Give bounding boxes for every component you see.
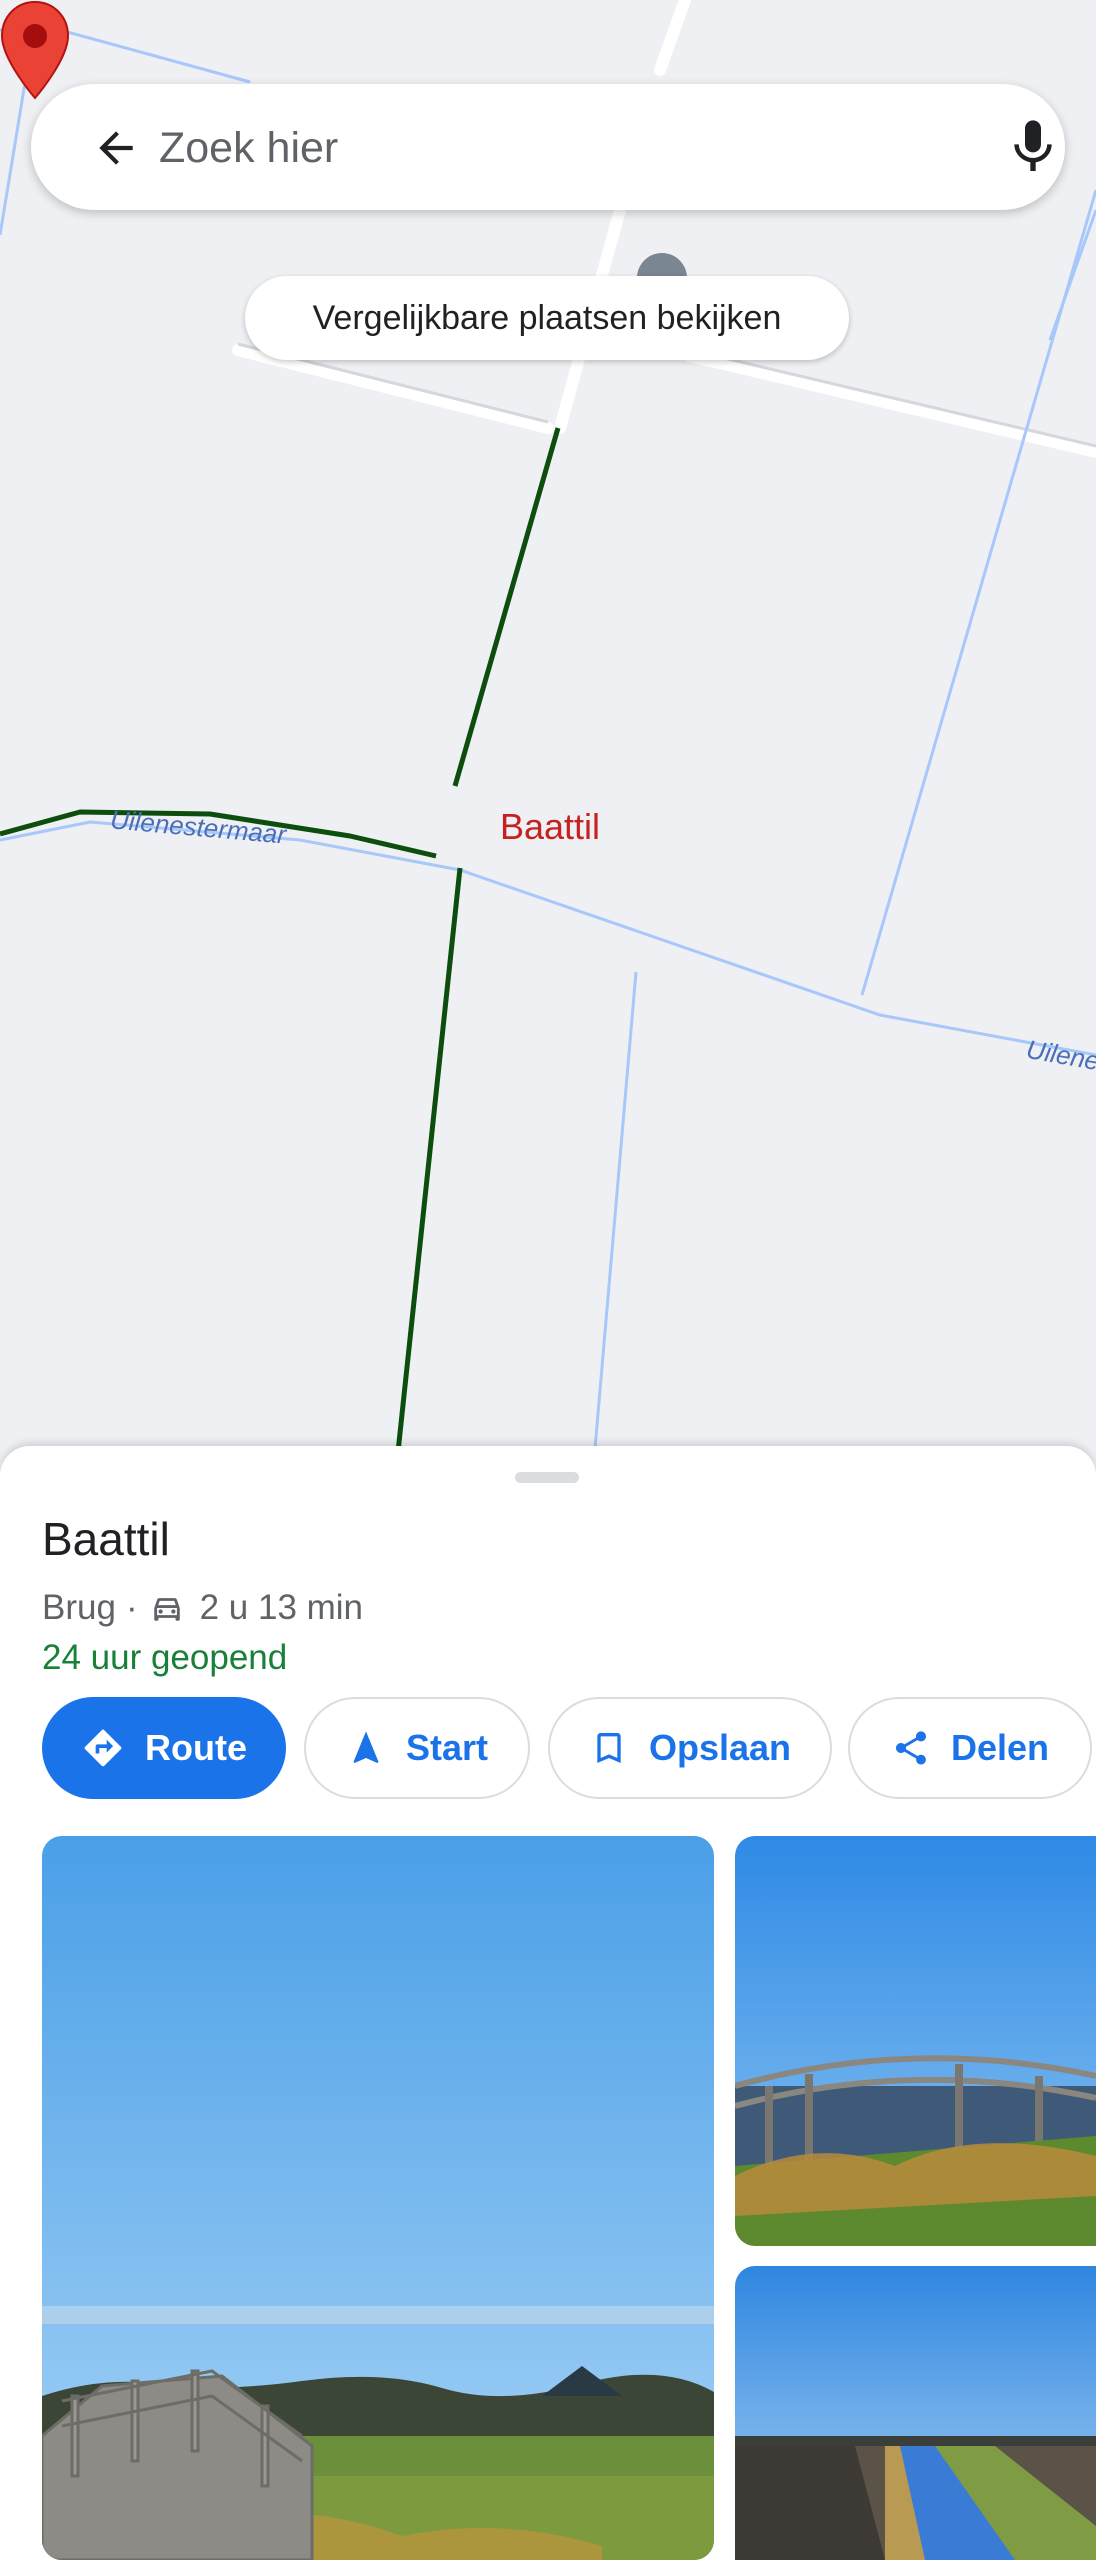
photo-secondary-2[interactable] [735,2266,1096,2560]
route-button[interactable]: Route [42,1697,286,1799]
map-canvas[interactable] [0,0,1096,1460]
meta-separator: · [125,1588,138,1627]
route-button-label: Route [145,1727,247,1768]
place-title: Baattil [42,1513,170,1565]
place-meta: Brug · 2 u 13 min [42,1586,363,1630]
similar-places-chip[interactable]: Vergelijkbare plaatsen bekijken [245,276,849,360]
navigation-arrow-icon [353,1731,379,1763]
save-button-label: Opslaan [648,1727,792,1768]
share-button[interactable]: Delen [848,1697,1092,1799]
share-icon [895,1731,926,1765]
bookmark-icon [597,1733,621,1763]
car-icon [153,1598,180,1621]
mic-icon[interactable] [1001,115,1065,179]
place-category: Brug [42,1588,116,1627]
photo-wooden-bridge [735,1836,1096,2246]
map-marker-label[interactable]: Baattil [500,806,600,848]
save-button[interactable]: Opslaan [548,1697,832,1799]
start-button-label: Start [405,1727,489,1768]
place-bottom-sheet: Baattil Brug · 2 u 13 min 24 uur geopend… [0,1446,1096,2560]
map-view[interactable]: Uilenestermaar Uilene Baattil [0,0,1096,1460]
photo-main[interactable] [42,1836,714,2560]
start-button[interactable]: Start [304,1697,530,1799]
photo-secondary-1[interactable] [735,1836,1096,2246]
photo-bridge-landscape [42,1836,714,2560]
drag-handle[interactable] [515,1472,579,1483]
search-input[interactable] [157,108,941,188]
photo-canal [735,2266,1096,2560]
travel-time: 2 u 13 min [199,1588,364,1627]
opening-hours-status: 24 uur geopend [42,1638,288,1677]
map-marker-pin-icon[interactable] [0,0,70,100]
search-bar [31,84,1065,210]
directions-icon [84,1729,122,1767]
share-button-label: Delen [950,1727,1050,1768]
arrow-left-icon[interactable] [91,123,141,173]
